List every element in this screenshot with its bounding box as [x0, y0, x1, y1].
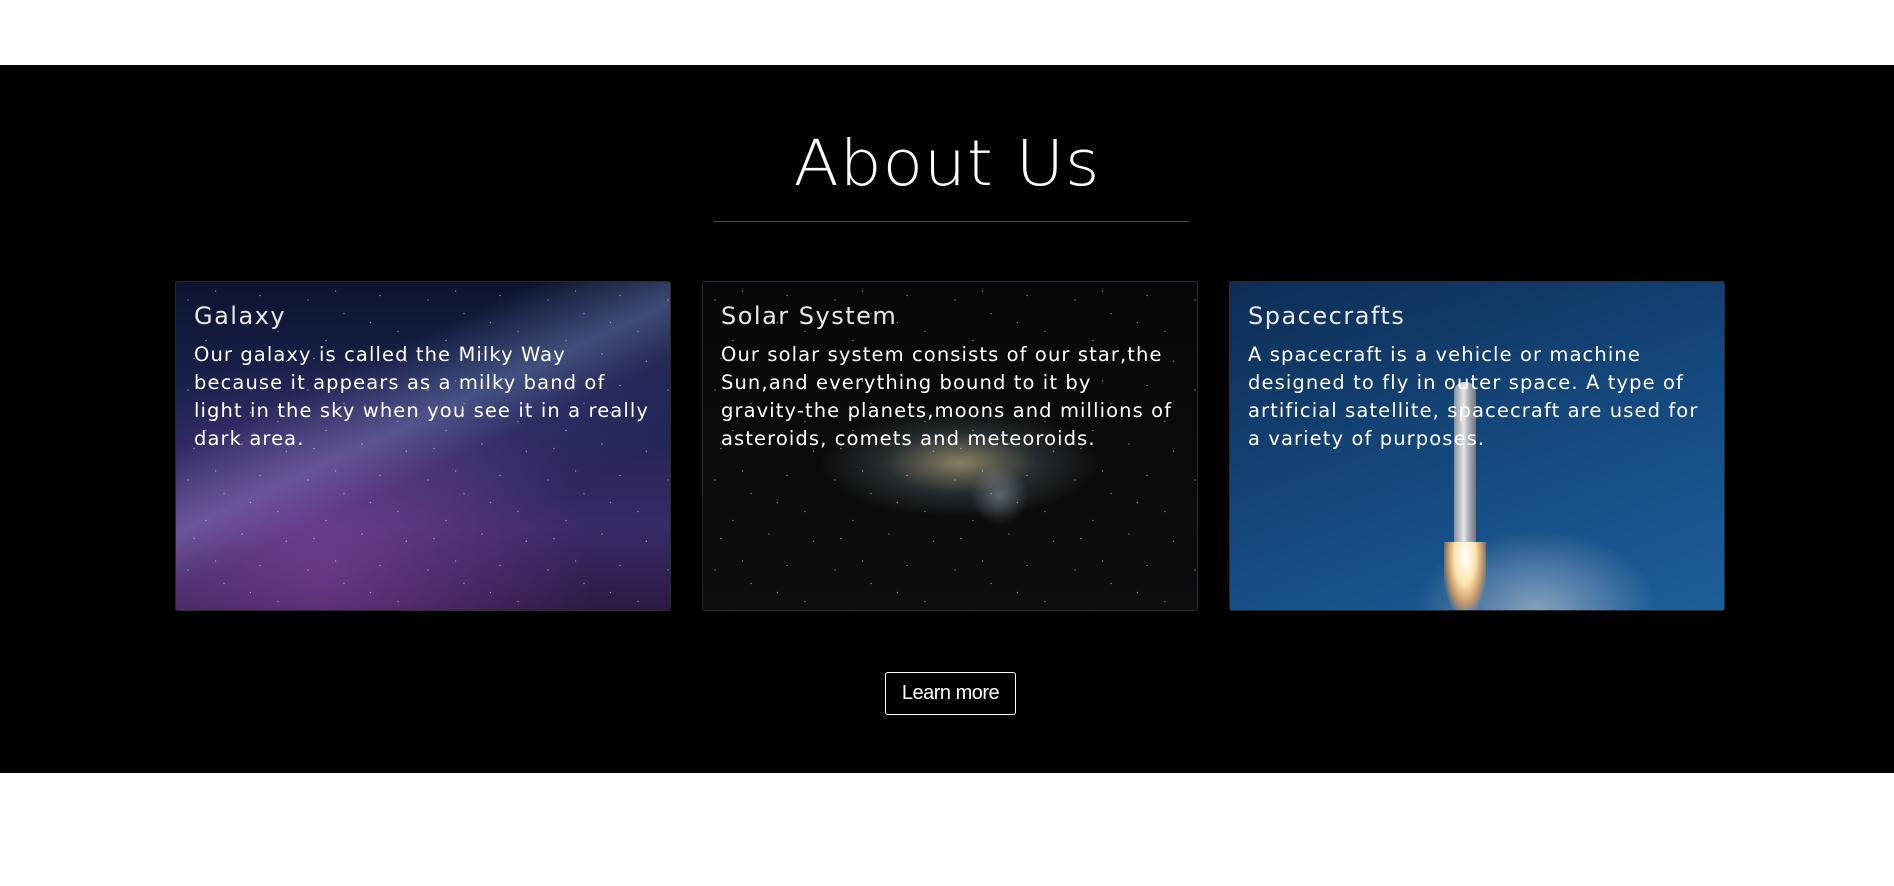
card-spacecrafts: Spacecrafts A spacecraft is a vehicle or…: [1229, 281, 1725, 611]
rocket-flame-image: [1444, 542, 1486, 610]
card-text-spacecrafts: A spacecraft is a vehicle or machine des…: [1248, 343, 1699, 450]
card-solar-system: Solar System Our solar system consists o…: [702, 281, 1198, 611]
card-text-galaxy: Our galaxy is called the Milky Way becau…: [194, 343, 650, 450]
title-divider: [713, 221, 1189, 222]
learn-more-button[interactable]: Learn more: [885, 672, 1016, 715]
card-heading-solar-system: Solar System: [721, 302, 898, 330]
card-galaxy: Galaxy Our galaxy is called the Milky Wa…: [175, 281, 671, 611]
card-heading-galaxy: Galaxy: [194, 302, 287, 330]
about-title: About Us: [793, 126, 1101, 201]
card-text-solar-system: Our solar system consists of our star,th…: [721, 343, 1173, 450]
card-heading-spacecrafts: Spacecrafts: [1248, 302, 1406, 330]
